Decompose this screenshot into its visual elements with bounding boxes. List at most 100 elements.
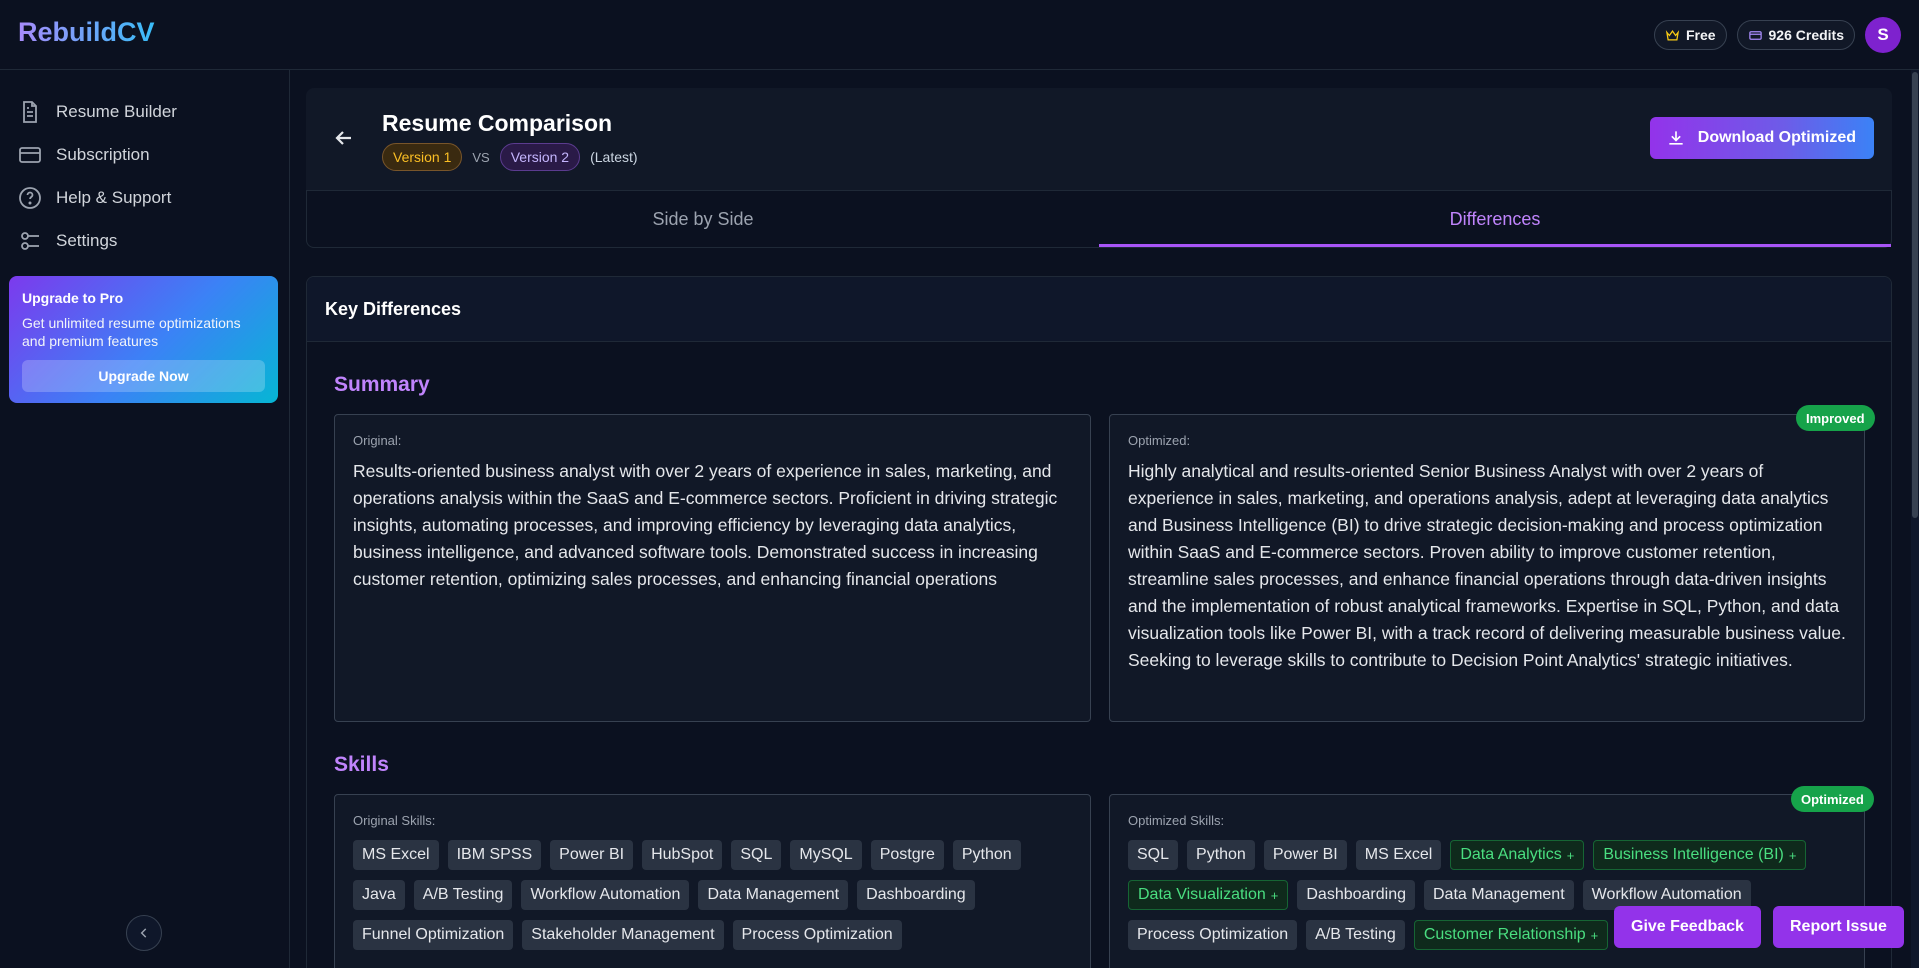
account-area: Free 926 Credits S (1653, 17, 1901, 53)
credits-badge[interactable]: 926 Credits (1736, 20, 1855, 50)
skill-chip: Power BI (1263, 840, 1347, 870)
app-logo[interactable]: RebuildCV (18, 17, 155, 48)
skill-chip: Dashboarding (1297, 880, 1415, 910)
skill-chip: Dashboarding (857, 880, 975, 910)
skill-chip: A/B Testing (1306, 920, 1405, 950)
top-bar: RebuildCV Free 926 Credits S (0, 0, 1919, 70)
skill-chip: HubSpot (642, 840, 723, 870)
skill-chip: Data Management (1424, 880, 1574, 910)
skill-chip: MySQL (790, 840, 862, 870)
skill-chip: Python (1187, 840, 1255, 870)
skill-label: Business Intelligence (BI) (1603, 846, 1784, 863)
skill-label: Data Visualization (1138, 886, 1266, 903)
version-b-badge: Version 2 (499, 143, 581, 171)
sidebar-item-label: Settings (56, 230, 118, 250)
key-differences-heading: Key Differences (307, 277, 1891, 342)
original-summary-text: Results-oriented business analyst with o… (353, 461, 1058, 589)
skill-label: Process Optimization (1137, 926, 1289, 943)
sidebar-item-label: Help & Support (56, 187, 172, 207)
skill-chip: Java (353, 880, 405, 910)
original-skills-label: Original Skills: (353, 813, 436, 828)
upgrade-card: Upgrade to Pro Get unlimited resume opti… (9, 276, 278, 403)
added-marker: + (1590, 927, 1599, 943)
sidebar-item-settings[interactable]: Settings (18, 219, 177, 262)
download-optimized-button[interactable]: Download Optimized (1649, 117, 1874, 159)
skill-chip: Stakeholder Management (522, 920, 724, 950)
sidebar-item-subscription[interactable]: Subscription (18, 133, 177, 176)
optimized-summary-text: Highly analytical and results-oriented S… (1128, 461, 1846, 670)
skill-chip: A/B Testing (413, 880, 513, 910)
view-tabs: Side by Side Differences (306, 190, 1892, 248)
crown-icon (1665, 29, 1680, 40)
version-a-badge: Version 1 (382, 143, 463, 171)
skill-label: MS Excel (1364, 846, 1433, 863)
skill-label: Dashboarding (1306, 886, 1406, 903)
added-skill-chip: Data Analytics + (1450, 840, 1585, 870)
skill-label: Data Management (1433, 886, 1565, 903)
page-title: Resume Comparison (382, 110, 613, 136)
skill-label: SQL (1137, 846, 1170, 863)
document-icon (23, 100, 37, 123)
optimized-summary-label: Optimized: (1128, 433, 1191, 448)
chevron-left-icon (140, 928, 147, 938)
skill-chip: SQL (1128, 840, 1179, 870)
credit-card-icon (19, 146, 41, 163)
credit-card-icon (1748, 30, 1762, 40)
skill-chip: MS Excel (353, 840, 439, 870)
download-icon (1669, 131, 1683, 145)
added-skill-chip: Business Intelligence (BI) + (1593, 840, 1807, 870)
skill-chip: Power BI (550, 840, 634, 870)
sidebar-item-label: Resume Builder (56, 101, 177, 121)
report-issue-button[interactable]: Report Issue (1773, 906, 1904, 948)
skill-chip: IBM SPSS (447, 840, 542, 870)
plan-badge[interactable]: Free (1653, 20, 1727, 50)
credits-label: 926 Credits (1768, 27, 1844, 43)
improved-badge: Improved (1796, 405, 1875, 431)
sidebar-nav: Resume Builder Subscription Help & Suppo… (18, 90, 177, 262)
skills-section-title: Skills (334, 753, 389, 776)
skill-chip: Process Optimization (732, 920, 902, 950)
original-summary-box: Original: Results-oriented business anal… (334, 414, 1091, 722)
tab-differences[interactable]: Differences (1099, 191, 1891, 247)
skill-chip: Python (952, 840, 1021, 870)
tab-side-by-side[interactable]: Side by Side (307, 191, 1099, 247)
skill-chip: SQL (731, 840, 782, 870)
added-skill-chip: Data Visualization + (1128, 880, 1289, 910)
vs-label: VS (472, 149, 490, 165)
help-circle-icon (19, 186, 41, 209)
added-marker: + (1788, 847, 1797, 863)
scrollbar-thumb[interactable] (1912, 72, 1918, 518)
give-feedback-button[interactable]: Give Feedback (1614, 906, 1761, 948)
skill-chip: Data Management (698, 880, 849, 910)
user-avatar[interactable]: S (1865, 17, 1901, 53)
download-label: Download Optimized (1697, 129, 1856, 146)
collapse-sidebar-button[interactable] (126, 915, 162, 951)
skill-label: Data Analytics (1460, 846, 1562, 863)
sidebar-item-help-support[interactable]: Help & Support (18, 176, 177, 219)
sidebar-item-resume-builder[interactable]: Resume Builder (18, 90, 177, 133)
skill-chip: Funnel Optimization (353, 920, 514, 950)
skill-label: Customer Relationship (1423, 926, 1586, 943)
added-skill-chip: Customer Relationship + (1413, 920, 1609, 950)
upgrade-title: Upgrade to Pro (22, 290, 124, 306)
back-arrow-icon[interactable] (332, 126, 356, 150)
upgrade-now-button[interactable]: Upgrade Now (22, 360, 265, 392)
upgrade-text: Get unlimited resume optimizations and p… (22, 315, 241, 349)
skill-chip: Process Optimization (1128, 920, 1298, 950)
latest-label: (Latest) (590, 149, 638, 165)
key-differences-card: Key Differences Summary Original: Result… (306, 276, 1892, 968)
sidebar: Resume Builder Subscription Help & Suppo… (0, 70, 290, 968)
skill-label: Power BI (1272, 846, 1338, 863)
skill-label: Python (1196, 846, 1246, 863)
skill-label: A/B Testing (1315, 926, 1396, 943)
skill-label: Workflow Automation (1591, 886, 1742, 903)
optimized-summary-box: Optimized: Highly analytical and results… (1109, 414, 1865, 722)
sliders-icon (21, 231, 39, 250)
plan-label: Free (1685, 27, 1716, 43)
version-comparison: Version 1 VS Version 2 (Latest) (382, 143, 638, 171)
optimized-badge: Optimized (1791, 786, 1874, 812)
added-marker: + (1270, 887, 1279, 903)
skill-chip: Postgre (870, 840, 944, 870)
original-summary-label: Original: (353, 433, 402, 448)
sidebar-item-label: Subscription (56, 144, 150, 164)
